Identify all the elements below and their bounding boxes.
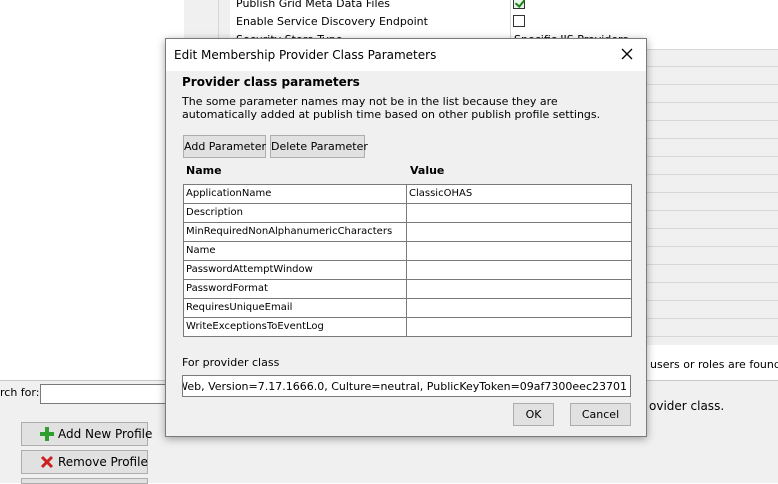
parameter-name[interactable]: PasswordAttemptWindow — [184, 261, 407, 279]
table-row[interactable]: ApplicationName ClassicOHAS — [184, 185, 631, 204]
parameter-name[interactable]: PasswordFormat — [184, 280, 407, 298]
parameter-value[interactable]: ClassicOHAS — [407, 185, 631, 203]
parameter-value[interactable] — [407, 242, 631, 260]
checkbox-checked[interactable] — [513, 0, 525, 9]
parameters-table: ApplicationName ClassicOHAS Description … — [183, 184, 632, 337]
plus-icon — [40, 427, 54, 441]
section-title: Provider class parameters — [182, 75, 360, 89]
property-label: Publish Grid Meta Data Files — [236, 0, 390, 10]
parameter-value[interactable] — [407, 204, 631, 222]
parameter-name[interactable]: RequiresUniqueEmail — [184, 299, 407, 317]
grid-line — [647, 138, 778, 139]
parameter-name[interactable]: Description — [184, 204, 407, 222]
parameter-name[interactable]: WriteExceptionsToEventLog — [184, 318, 407, 336]
parameter-value[interactable] — [407, 280, 631, 298]
table-row[interactable]: PasswordFormat — [184, 280, 631, 299]
table-row[interactable]: Name — [184, 242, 631, 261]
add-new-profile-label: Add New Profile — [58, 427, 153, 441]
grid-line — [647, 174, 778, 175]
provider-class-label: For provider class — [182, 356, 280, 369]
ok-button[interactable]: OK — [513, 403, 554, 426]
property-row-publish-grid-meta[interactable]: Publish Grid Meta Data Files — [230, 0, 778, 14]
grid-line — [647, 264, 778, 265]
parameter-name[interactable]: MinRequiredNonAlphanumericCharacters — [184, 223, 407, 241]
users-roles-note: users or roles are found in — [650, 358, 778, 371]
dialog-description: The some parameter names may not be in t… — [182, 95, 601, 121]
cancel-button[interactable]: Cancel — [570, 403, 631, 426]
provider-class-note: ovider class. — [649, 399, 725, 413]
grid-line — [647, 192, 778, 193]
remove-profile-button[interactable]: Remove Profile — [21, 450, 148, 474]
grid-line — [647, 246, 778, 247]
parameter-name[interactable]: ApplicationName — [184, 185, 407, 203]
grid-line — [647, 84, 778, 85]
property-label: Enable Service Discovery Endpoint — [236, 15, 428, 28]
column-header-value: Value — [410, 164, 445, 177]
dialog-title: Edit Membership Provider Class Parameter… — [174, 48, 437, 62]
table-row[interactable]: WriteExceptionsToEventLog — [184, 318, 631, 336]
parameter-value[interactable] — [407, 223, 631, 241]
table-row[interactable]: RequiresUniqueEmail — [184, 299, 631, 318]
provider-class-input[interactable]: stgreSql.Web, Version=7.17.1666.0, Cultu… — [182, 375, 631, 397]
provider-class-value: stgreSql.Web, Version=7.17.1666.0, Cultu… — [183, 380, 627, 393]
close-icon[interactable] — [618, 45, 636, 63]
grid-line — [647, 120, 778, 121]
another-profile-button[interactable] — [21, 478, 148, 484]
delete-parameter-button[interactable]: Delete Parameter — [270, 135, 368, 158]
property-row-service-discovery[interactable]: Enable Service Discovery Endpoint — [230, 13, 778, 32]
property-value[interactable] — [510, 13, 778, 31]
remove-profile-label: Remove Profile — [58, 455, 148, 469]
grid-line — [647, 336, 778, 337]
grid-line — [647, 210, 778, 211]
grid-line — [647, 228, 778, 229]
table-row[interactable]: MinRequiredNonAlphanumericCharacters — [184, 223, 631, 242]
parameter-value[interactable] — [407, 261, 631, 279]
grid-line — [647, 156, 778, 157]
x-icon — [40, 455, 54, 469]
column-header-name: Name — [186, 164, 222, 177]
table-row[interactable]: PasswordAttemptWindow — [184, 261, 631, 280]
grid-line — [647, 102, 778, 103]
edit-membership-provider-dialog: Edit Membership Provider Class Parameter… — [165, 38, 647, 437]
parameter-value[interactable] — [407, 318, 631, 336]
table-row[interactable]: Description — [184, 204, 631, 223]
grid-line — [647, 66, 778, 67]
dialog-titlebar[interactable]: Edit Membership Provider Class Parameter… — [166, 39, 646, 71]
grid-line — [647, 282, 778, 283]
checkbox-unchecked[interactable] — [513, 15, 525, 27]
grid-line — [647, 300, 778, 301]
parameter-value[interactable] — [407, 299, 631, 317]
search-label: rch for: — [0, 386, 40, 399]
search-input[interactable] — [40, 384, 180, 404]
grid-line — [647, 318, 778, 319]
property-value[interactable] — [510, 0, 778, 13]
add-new-profile-button[interactable]: Add New Profile — [21, 422, 152, 446]
parameter-name[interactable]: Name — [184, 242, 407, 260]
add-parameter-button[interactable]: Add Parameter — [183, 135, 266, 158]
